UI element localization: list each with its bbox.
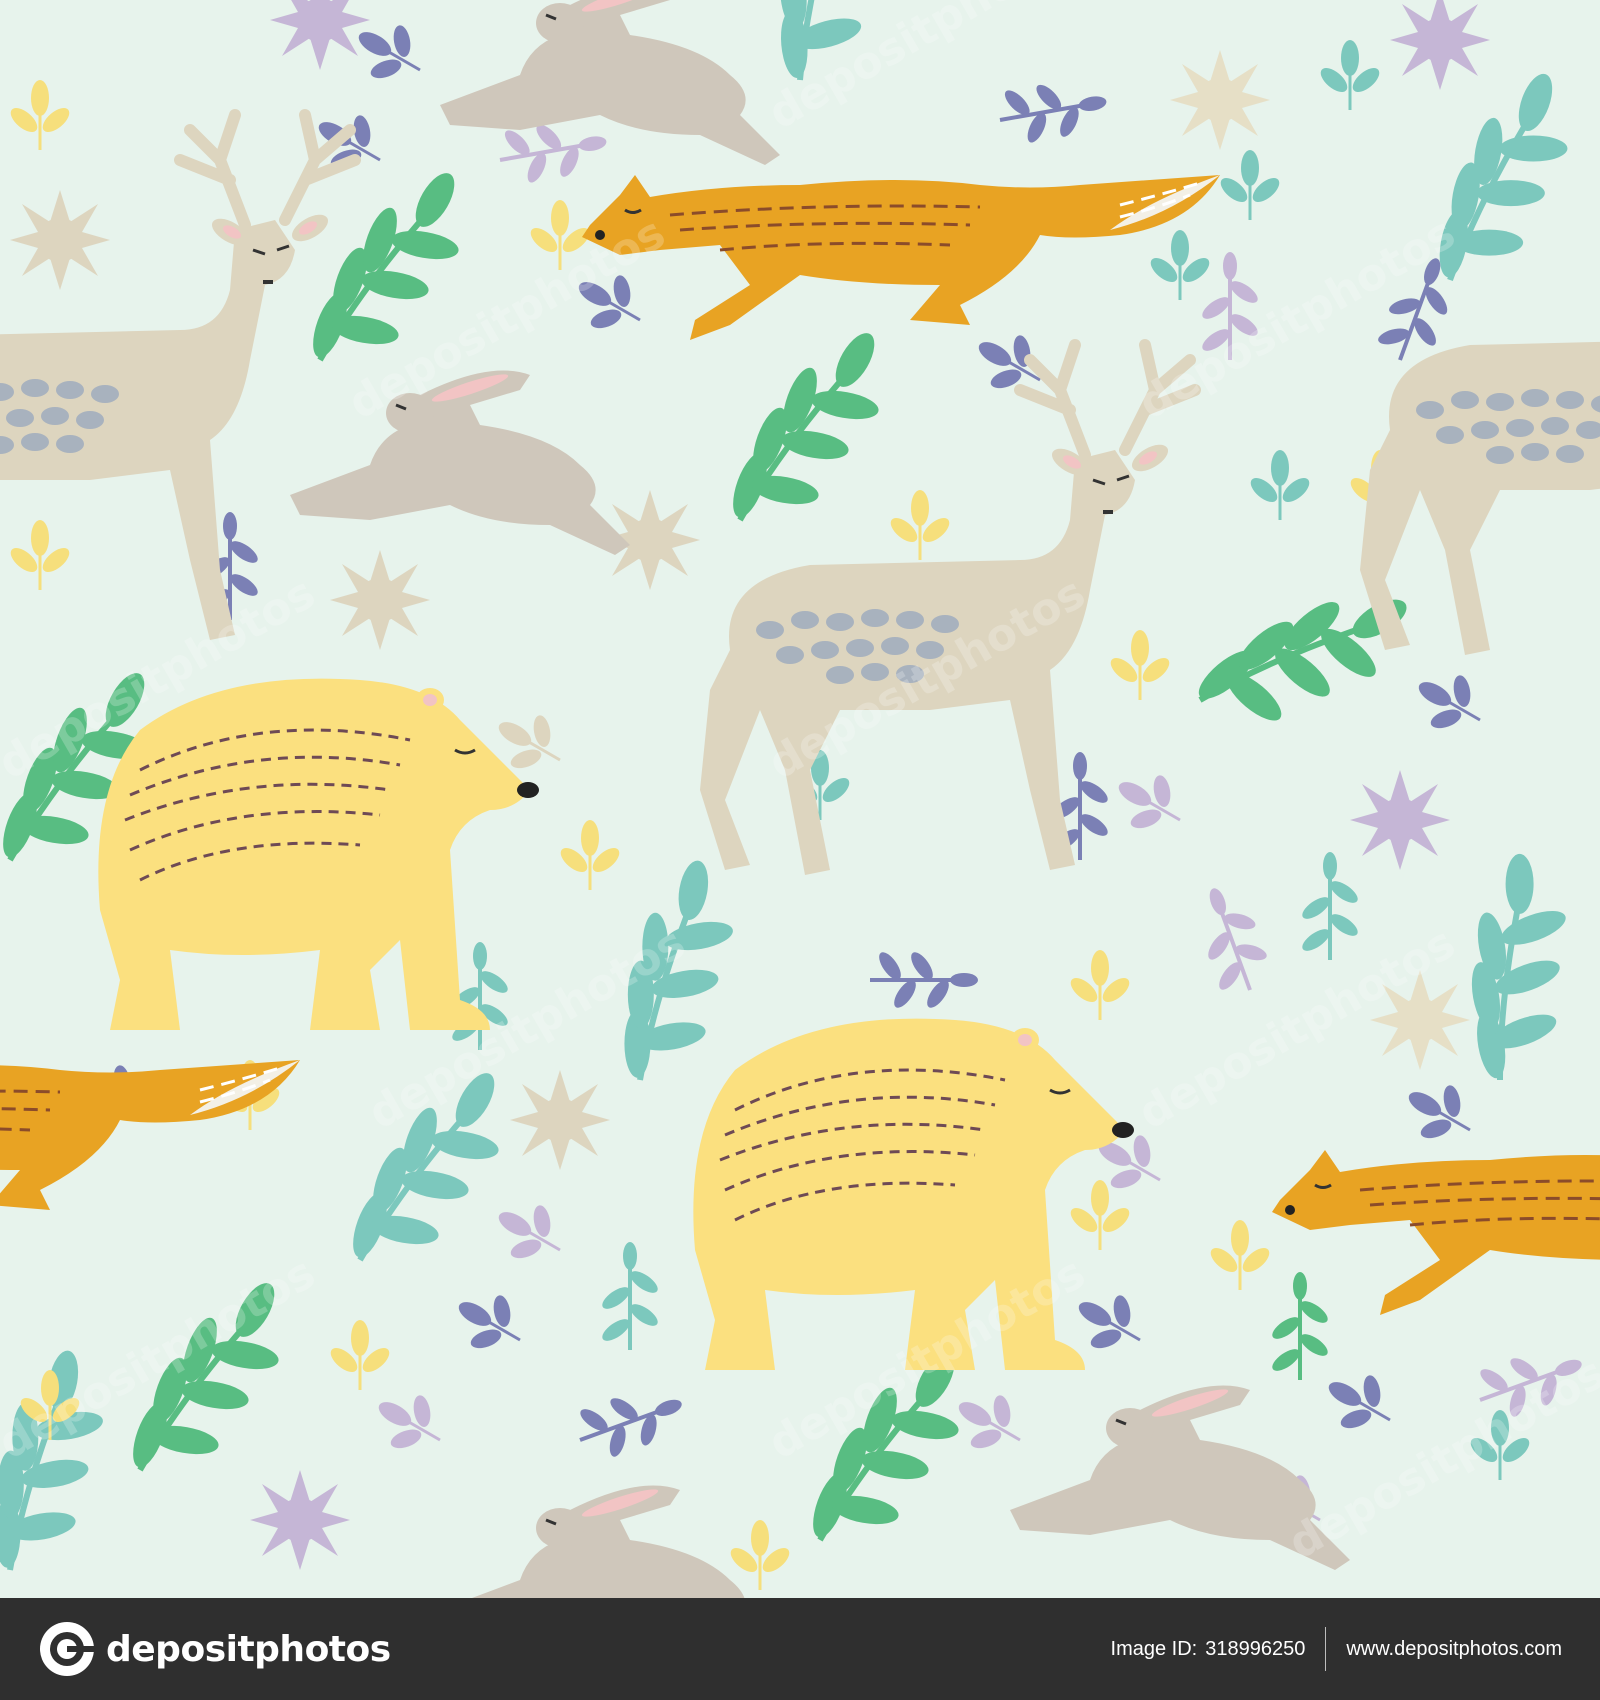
image-id-value: 318996250 [1205,1637,1306,1660]
site-link[interactable]: www.depositphotos.com [1346,1638,1562,1661]
woodland-pattern-illustration: depositphotos depositphotos depositphoto… [0,0,1600,1598]
brand-name: depositphotos [106,1628,391,1670]
brand-logo[interactable]: depositphotos [38,1620,391,1678]
camera-aperture-icon [40,1622,95,1676]
image-meta: Image ID: 318996250 www.depositphotos.co… [1111,1627,1562,1671]
image-id-label: Image ID: [1110,1637,1198,1660]
stock-footer-bar: depositphotos Image ID: 318996250 www.de… [0,1598,1600,1700]
stock-image-frame: depositphotos depositphotos depositphoto… [0,0,1600,1700]
footer-divider [1325,1627,1327,1671]
